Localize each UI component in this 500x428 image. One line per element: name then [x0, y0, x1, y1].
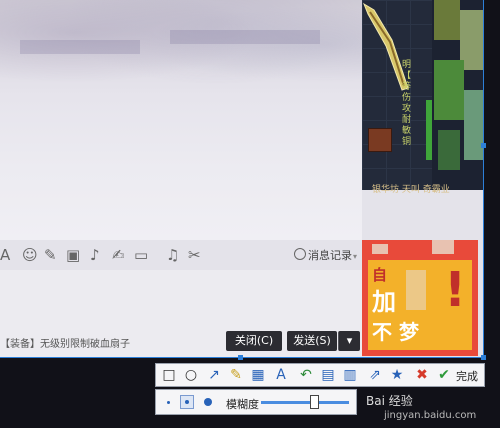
- medium-size-option[interactable]: [180, 395, 194, 409]
- pen-icon[interactable]: ✎: [228, 367, 244, 383]
- blur-options-bar: 模糊度: [155, 389, 357, 415]
- small-size-option[interactable]: [167, 401, 170, 404]
- ellipse-icon[interactable]: ○: [183, 367, 199, 383]
- resize-handle[interactable]: [238, 355, 243, 360]
- resize-handle[interactable]: [481, 143, 486, 148]
- undo-icon[interactable]: ↶: [298, 367, 314, 383]
- copy-icon[interactable]: ▥: [342, 367, 358, 383]
- blur-slider-track[interactable]: [261, 401, 349, 404]
- save-icon[interactable]: ▤: [320, 367, 336, 383]
- share-icon[interactable]: ⇗: [367, 367, 383, 383]
- mosaic-icon[interactable]: ▦: [250, 367, 266, 383]
- watermark-url: jingyan.baidu.com: [384, 410, 477, 421]
- selection-frame[interactable]: [0, 0, 484, 358]
- done-label[interactable]: 完成: [456, 368, 478, 384]
- blur-label: 模糊度: [226, 398, 259, 411]
- confirm-icon[interactable]: ✔: [436, 367, 452, 383]
- watermark-logo: Bai 经验: [366, 394, 413, 408]
- arrow-icon[interactable]: ↗: [206, 367, 222, 383]
- large-size-option[interactable]: [204, 398, 212, 406]
- screenshot-toolbar: 完成 □ ○ ↗ ✎ ▦ A ↶ ▤ ▥ ⇗ ★ ✖ ✔: [155, 363, 485, 387]
- cancel-icon[interactable]: ✖: [414, 367, 430, 383]
- rectangle-icon[interactable]: □: [161, 367, 177, 383]
- pin-icon[interactable]: ★: [389, 367, 405, 383]
- text-icon[interactable]: A: [273, 367, 289, 383]
- blur-slider-knob[interactable]: [310, 395, 319, 409]
- resize-handle[interactable]: [481, 355, 486, 360]
